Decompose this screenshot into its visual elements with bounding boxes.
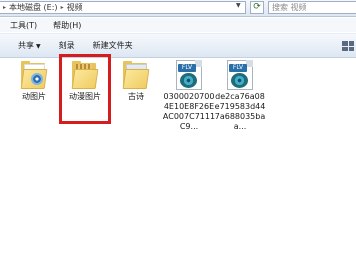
- share-button[interactable]: 共享 ▼: [18, 40, 41, 51]
- file-item[interactable]: FLV de2ca76a08e719583d447a688035baa...: [213, 60, 267, 132]
- folder-icon: [121, 60, 151, 90]
- file-item[interactable]: FLV 03000207004E10E8F26EAC007C7111C9...: [162, 60, 216, 132]
- share-button-label: 共享: [18, 41, 34, 50]
- refresh-icon: ⟳: [253, 2, 261, 12]
- breadcrumb[interactable]: ▸ 本地磁盘 (E:) ▸ 视频: [0, 1, 246, 14]
- file-name: 03000207004E10E8F26EAC007C7111C9...: [162, 92, 216, 131]
- file-item[interactable]: 古诗: [109, 60, 163, 102]
- file-name: de2ca76a08e719583d447a688035baa...: [214, 92, 266, 131]
- file-item[interactable]: 动图片: [7, 60, 61, 102]
- menu-item-help[interactable]: 帮助(H): [53, 20, 81, 31]
- search-placeholder: 搜索 视频: [272, 3, 307, 12]
- flv-video-icon: FLV: [176, 60, 202, 90]
- breadcrumb-folder[interactable]: 视频: [67, 2, 83, 13]
- file-name: 古诗: [128, 92, 144, 101]
- folder-icon: [19, 60, 49, 90]
- flv-video-icon: FLV: [227, 60, 253, 90]
- chevron-right-icon: ▸: [60, 4, 64, 11]
- chevron-down-icon[interactable]: ▼: [236, 2, 241, 9]
- breadcrumb-drive[interactable]: 本地磁盘 (E:): [9, 2, 58, 13]
- search-input[interactable]: 搜索 视频: [268, 1, 356, 14]
- command-bar: 共享 ▼ 刻录 新建文件夹: [0, 33, 356, 58]
- media-disc-icon: [31, 73, 43, 85]
- highlight-annotation-box: [59, 54, 111, 124]
- menu-bar: 工具(T) 帮助(H): [0, 18, 356, 32]
- file-list: 动图片 动漫图片 古诗 FLV 03000207004E10E8F26EAC00…: [0, 58, 356, 267]
- address-bar: ▸ 本地磁盘 (E:) ▸ 视频 ▼ ⟳ 搜索 视频: [0, 0, 356, 17]
- refresh-button[interactable]: ⟳: [250, 1, 264, 14]
- menu-item-tools[interactable]: 工具(T): [10, 20, 37, 31]
- file-name: 动图片: [22, 92, 46, 101]
- new-folder-button[interactable]: 新建文件夹: [93, 40, 133, 51]
- view-options-icon[interactable]: [342, 41, 354, 51]
- chevron-right-icon: ▸: [3, 4, 7, 11]
- chevron-down-icon: ▼: [36, 43, 41, 50]
- burn-button[interactable]: 刻录: [59, 40, 75, 51]
